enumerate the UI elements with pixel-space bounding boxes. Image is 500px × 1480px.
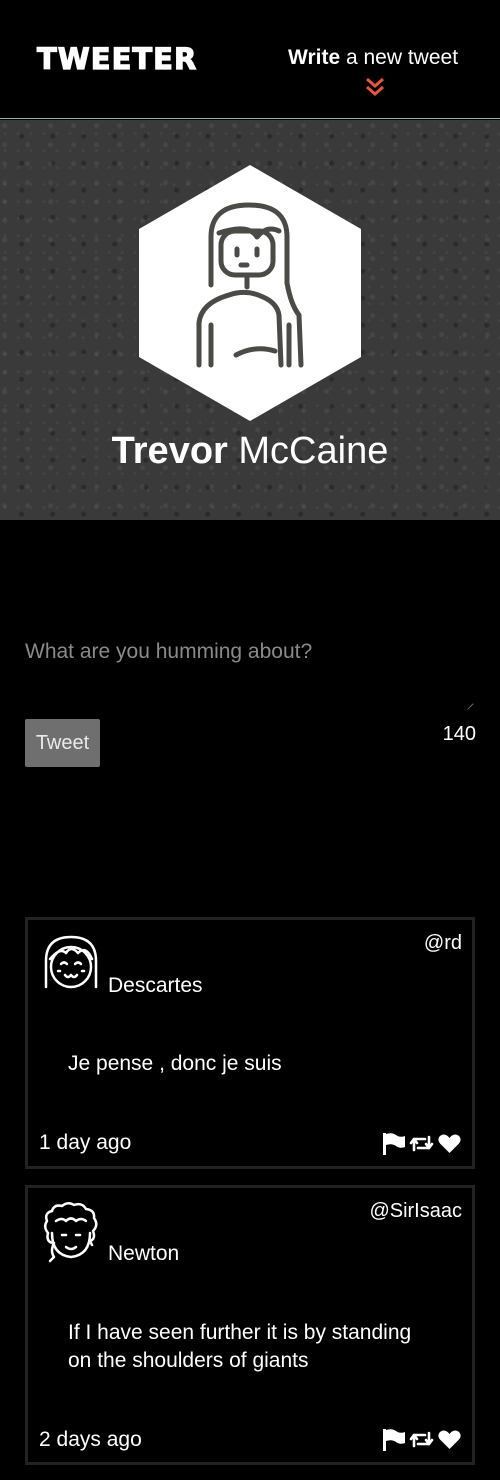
tweet-handle: @SirIsaac <box>369 1200 462 1222</box>
double-chevron-down-icon <box>366 77 384 96</box>
profile-name: Trevor McCaine <box>111 430 389 472</box>
tweet-submit-button[interactable]: Tweet <box>25 719 100 767</box>
tweet-text-input[interactable] <box>25 640 475 710</box>
girl-avatar-icon <box>44 935 98 989</box>
tweet-content: If I have seen further it is by standing… <box>68 1321 412 1372</box>
tweet-author: Newton <box>108 1242 180 1265</box>
tweet-timestamp: 2 days ago <box>39 1428 142 1451</box>
tweet-composer: Tweet 140 <box>0 520 500 910</box>
profile-avatar <box>139 165 361 421</box>
retweet-icon[interactable] <box>409 1131 434 1156</box>
flag-icon[interactable] <box>381 1131 406 1156</box>
flag-icon[interactable] <box>381 1427 406 1452</box>
heart-icon[interactable] <box>437 1131 462 1156</box>
brand-logo[interactable]: TWEETER <box>36 41 197 76</box>
write-new-tweet-label: Write a new tweet <box>288 46 459 69</box>
top-nav: TWEETER Write a new tweet <box>0 0 500 119</box>
tweet-card: @SirIsaac Newton If I have seen further … <box>25 1185 475 1465</box>
write-new-tweet-toggle[interactable]: Write a new tweet <box>288 46 478 102</box>
profile-header: Trevor McCaine <box>0 120 500 520</box>
tweet-handle: @rd <box>423 932 462 954</box>
heart-icon[interactable] <box>437 1427 462 1452</box>
character-counter: 140 <box>442 723 476 745</box>
tweet-timestamp: 1 day ago <box>39 1131 132 1154</box>
tweet-actions <box>381 1427 462 1452</box>
retweet-icon[interactable] <box>409 1427 434 1452</box>
tweet-content: Je pense , donc je suis <box>68 1052 282 1075</box>
tweet-card: @rd Descartes Je pense , donc je suis 1 … <box>25 917 475 1169</box>
tweet-actions <box>381 1131 462 1156</box>
tweet-author: Descartes <box>108 974 203 997</box>
curly-hair-avatar-icon <box>44 1202 98 1263</box>
